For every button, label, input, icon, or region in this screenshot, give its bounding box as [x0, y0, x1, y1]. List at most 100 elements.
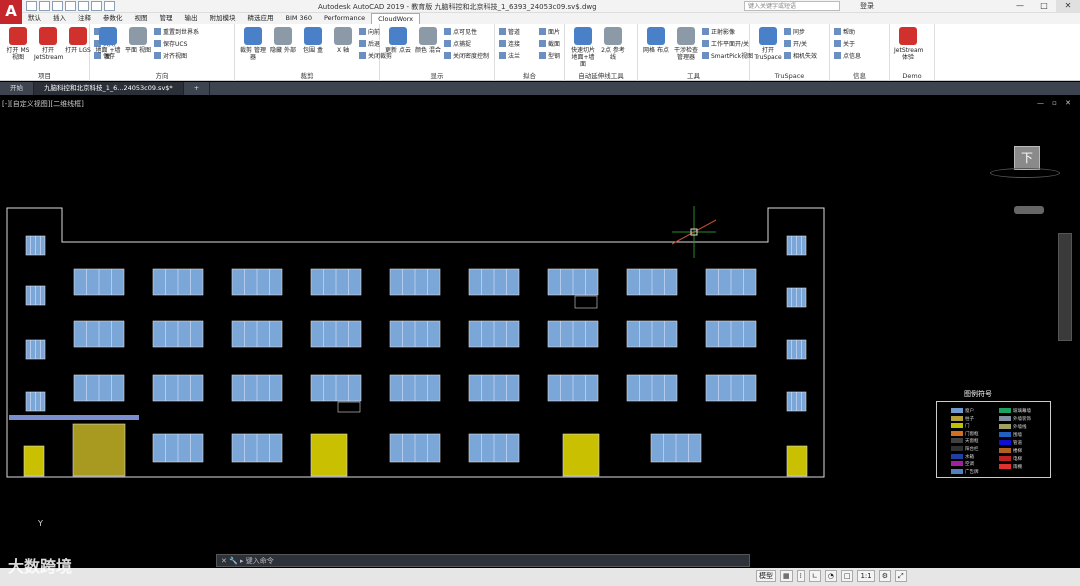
ribbon-small-button-1-2[interactable]: 对齐视图	[154, 52, 187, 61]
ribbon-tab-11[interactable]: CloudWorx	[371, 13, 421, 24]
ribbon-button-7-0[interactable]: 打开 TruSpace	[754, 27, 782, 61]
ribbon-tab-8[interactable]: 精选应用	[242, 13, 280, 24]
ribbon-tab-9[interactable]: BIM 360	[280, 13, 318, 24]
command-prompt[interactable]: 键入命令	[246, 557, 274, 565]
ribbon-button-6-0[interactable]: 网格 布点	[642, 27, 670, 54]
ribbon-tab-5[interactable]: 管理	[154, 13, 179, 24]
ribbon-button-0-2[interactable]: 打开 LGS	[64, 27, 92, 54]
open-icon[interactable]	[39, 1, 50, 11]
ribbon-tab-1[interactable]: 插入	[47, 13, 72, 24]
ribbon-small-button-4-3[interactable]: 面片	[539, 28, 560, 37]
ribbon-panel-label[interactable]: 拟合	[495, 70, 564, 80]
ribbon-small-button-4-5[interactable]: 型钢	[539, 52, 560, 61]
ribbon-small-button-1-0[interactable]: 重置到世界系	[154, 28, 199, 37]
ribbon-small-button-4-2[interactable]: 法兰	[499, 52, 520, 61]
ribbon-small-button-3-0[interactable]: 点可见性	[444, 28, 477, 37]
print-icon[interactable]	[78, 1, 89, 11]
ribbon-panel-label[interactable]: 方向	[90, 70, 234, 80]
document-tab-2[interactable]: +	[184, 82, 211, 95]
wcs-menu-button[interactable]	[1014, 206, 1044, 214]
legend-swatch	[951, 461, 963, 467]
ribbon-small-button-8-1[interactable]: 关于	[834, 40, 855, 49]
polar-icon[interactable]: ◔	[824, 570, 837, 582]
navigation-bar[interactable]	[1058, 233, 1072, 341]
ribbon-tab-4[interactable]: 视图	[129, 13, 154, 24]
annotation-scale[interactable]: 1:1	[857, 570, 875, 582]
ribbon-button-1-1[interactable]: 平面 视图	[124, 27, 152, 54]
viewcube[interactable]: 下	[1014, 146, 1040, 170]
ribbon-small-button-6-2[interactable]: SmartPick视图	[702, 52, 753, 61]
ribbon-button-1-0[interactable]: 地面 +墙面	[94, 27, 122, 61]
ribbon-button-2-2[interactable]: 包围 盒	[299, 27, 327, 54]
ribbon-button-5-1[interactable]: 2点 参考线	[599, 27, 627, 61]
ribbon-panel-label[interactable]: 信息	[830, 70, 889, 80]
ribbon: 打开 MS视图打开 JetStream打开 LGS打开关闭保存项目地面 +墙面平…	[0, 24, 1080, 81]
save-icon[interactable]	[52, 1, 63, 11]
redo-icon[interactable]	[104, 1, 115, 11]
sign-in-button[interactable]: 登录	[860, 1, 874, 11]
ribbon-small-button-1-1[interactable]: 保存UCS	[154, 40, 187, 49]
ribbon-tab-10[interactable]: Performance	[318, 13, 371, 24]
ribbon-small-button-6-1[interactable]: 工作平面开/关	[702, 40, 749, 49]
ribbon-button-2-3[interactable]: X 轴	[329, 27, 357, 54]
ribbon-panel-label[interactable]: Demo	[890, 72, 934, 80]
tool-icon	[39, 27, 57, 45]
ribbon-tab-7[interactable]: 附加模块	[204, 13, 242, 24]
ribbon-small-button-3-2[interactable]: 关闭密度控制	[444, 52, 489, 61]
fullscreen-icon[interactable]: ⤢	[895, 570, 907, 582]
ribbon-small-button-3-1[interactable]: 点捕捉	[444, 40, 471, 49]
maximize-button[interactable]: □	[1032, 0, 1056, 13]
ribbon-small-button-8-0[interactable]: 帮助	[834, 28, 855, 37]
ribbon-button-6-1[interactable]: 干涉检查 管理器	[672, 27, 700, 61]
ribbon-small-button-7-1[interactable]: 开/关	[784, 40, 807, 49]
minimize-button[interactable]: —	[1008, 0, 1032, 13]
ortho-icon[interactable]: ∟	[808, 570, 821, 582]
ribbon-button-3-1[interactable]: 颜色 混合	[414, 27, 442, 54]
ribbon-small-button-8-2[interactable]: 点信息	[834, 52, 861, 61]
ribbon-panel-label[interactable]: 显示	[380, 70, 494, 80]
ribbon-panel-label[interactable]: 自动延伸线工具	[565, 70, 637, 80]
ribbon-tab-0[interactable]: 默认	[22, 13, 47, 24]
close-button[interactable]: ✕	[1056, 0, 1080, 13]
grid-icon[interactable]: ▦	[780, 570, 793, 582]
ribbon-small-button-7-0[interactable]: 同步	[784, 28, 805, 37]
undo-icon[interactable]	[91, 1, 102, 11]
ribbon-small-button-6-0[interactable]: 正射影像	[702, 28, 735, 37]
ribbon-small-button-2-1[interactable]: 后退	[359, 40, 380, 49]
ribbon-panel-label[interactable]: 工具	[638, 70, 749, 80]
ribbon-small-button-4-1[interactable]: 连接	[499, 40, 520, 49]
ribbon-small-button-4-4[interactable]: 截面	[539, 40, 560, 49]
ribbon-small-button-2-0[interactable]: 向前	[359, 28, 380, 37]
command-line[interactable]: ✕ 🔧 ▸ 键入命令	[216, 554, 750, 567]
search-input[interactable]: 键入关键字或短语	[744, 1, 840, 11]
new-icon[interactable]	[26, 1, 37, 11]
ribbon-tab-6[interactable]: 输出	[179, 13, 204, 24]
application-menu-button[interactable]: A	[0, 0, 22, 24]
ribbon-button-9-0[interactable]: JetStream 体验	[894, 27, 924, 61]
ribbon-button-2-1[interactable]: 隐藏 外部	[269, 27, 297, 54]
save-as-icon[interactable]	[65, 1, 76, 11]
ribbon-panel-label[interactable]: TruSpace	[750, 72, 829, 80]
ribbon-panel-label[interactable]: 裁剪	[235, 70, 379, 80]
ribbon-small-button-4-0[interactable]: 管道	[499, 28, 520, 37]
osnap-icon[interactable]: □	[840, 570, 854, 582]
ribbon-button-5-0[interactable]: 快速切片 地面+墙面	[569, 27, 597, 68]
document-tab-0[interactable]: 开始	[0, 82, 34, 95]
ribbon-button-3-0[interactable]: 更新 点云	[384, 27, 412, 54]
ribbon-button-0-0[interactable]: 打开 MS视图	[4, 27, 32, 61]
ribbon-tab-2[interactable]: 注释	[72, 13, 97, 24]
ribbon-button-2-0[interactable]: 裁剪 管理器	[239, 27, 267, 61]
ribbon-panel-label[interactable]: 项目	[0, 70, 89, 80]
model-space-button[interactable]: 模型	[756, 570, 776, 582]
viewcube-compass[interactable]	[990, 168, 1060, 178]
snap-icon[interactable]: ⁞	[796, 570, 805, 582]
settings-icon[interactable]: ⚙	[878, 570, 892, 582]
drawing-canvas[interactable]	[0, 96, 1080, 554]
ribbon-small-label: 点信息	[843, 53, 862, 60]
document-tab-1[interactable]: 九脑科控和北京科技_1_6...24053c09.sv$*	[34, 82, 184, 95]
hatch-block	[72, 423, 126, 477]
ribbon-button-0-1[interactable]: 打开 JetStream	[34, 27, 64, 61]
ribbon-small-button-7-2[interactable]: 相机失效	[784, 52, 817, 61]
tool-icon	[899, 27, 917, 45]
ribbon-tab-3[interactable]: 参数化	[97, 13, 129, 24]
